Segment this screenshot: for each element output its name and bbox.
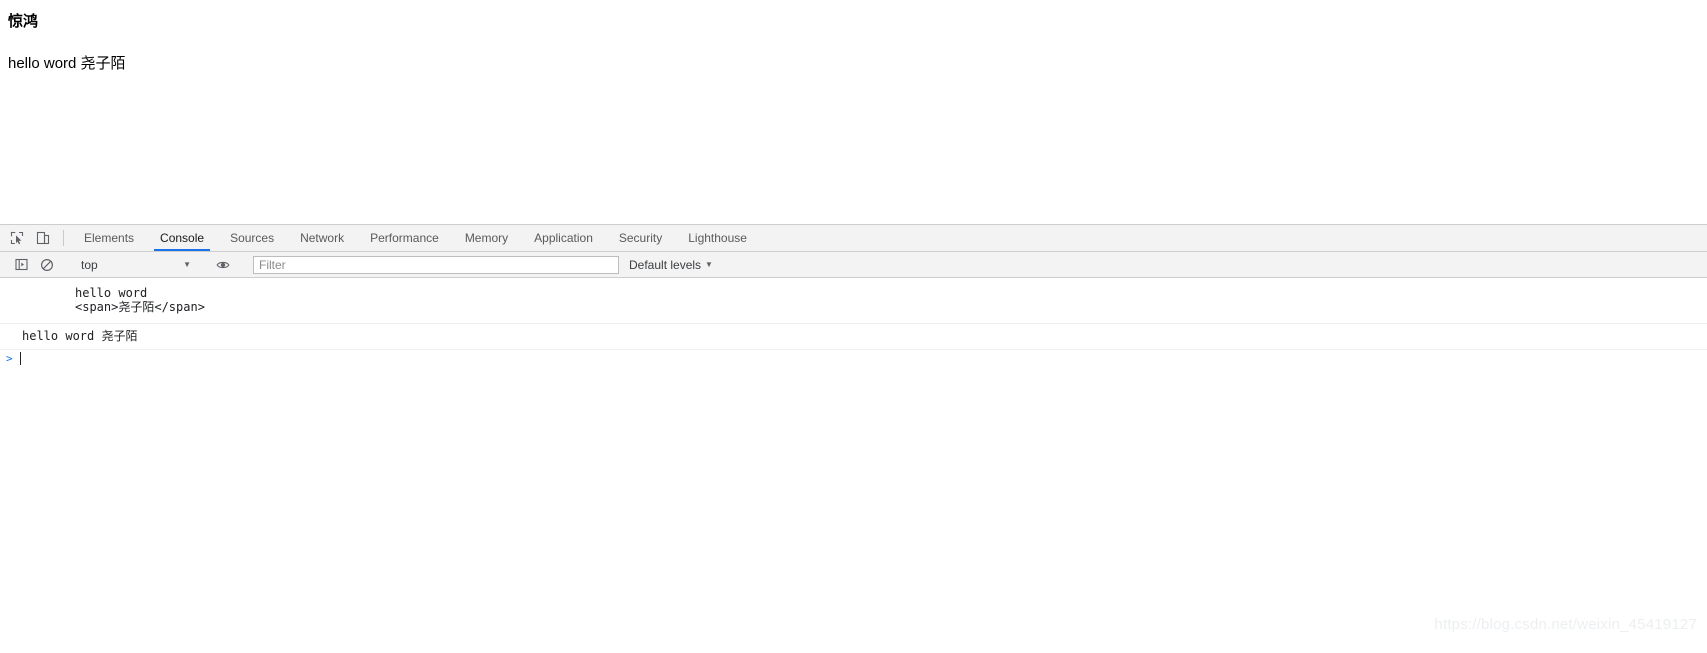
console-message-list: hello word <span>尧子陌</span> hello word 尧… — [0, 278, 1707, 367]
tab-label: Application — [534, 231, 593, 245]
console-sidebar-icon[interactable] — [8, 258, 34, 271]
clear-console-icon[interactable] — [34, 258, 60, 272]
tab-elements[interactable]: Elements — [71, 225, 147, 251]
execution-context-value: top — [81, 257, 98, 272]
console-result-line: hello word 尧子陌 — [22, 329, 138, 343]
tab-memory[interactable]: Memory — [452, 225, 521, 251]
prompt-arrow-icon: > — [6, 351, 13, 365]
chevron-down-icon: ▼ — [183, 259, 191, 269]
tab-label: Performance — [370, 231, 439, 245]
tab-label: Network — [300, 231, 345, 245]
tab-security[interactable]: Security — [606, 225, 675, 251]
page-paragraph: hello word 尧子陌 — [8, 55, 126, 72]
tab-label: Sources — [230, 231, 275, 245]
tab-label: Security — [618, 231, 663, 245]
prompt-text-caret — [20, 352, 21, 365]
tab-label: Lighthouse — [688, 231, 747, 245]
devtools-panel: Elements Console Sources Network Perform… — [0, 224, 1707, 653]
execution-context-select[interactable]: top ▼ — [75, 255, 195, 274]
console-toolbar: top ▼ Default levels ▼ — [0, 252, 1707, 278]
watermark-url: https://blog.csdn.net/weixin_45419127 — [1434, 616, 1697, 633]
console-log-line: <span>尧子陌</span> — [75, 300, 205, 314]
page-viewport: 惊鸿 hello word 尧子陌 — [0, 0, 1707, 224]
log-levels-select[interactable]: Default levels ▼ — [629, 258, 713, 272]
tab-label: Elements — [84, 231, 135, 245]
tab-console[interactable]: Console — [147, 225, 217, 251]
chevron-down-icon: ▼ — [705, 259, 713, 269]
tab-performance[interactable]: Performance — [357, 225, 452, 251]
tab-label: Console — [160, 231, 205, 245]
inspect-element-icon[interactable] — [4, 225, 30, 251]
toolbar-divider — [63, 230, 64, 246]
console-log-line: hello word — [75, 286, 148, 300]
devtools-tabbar: Elements Console Sources Network Perform… — [0, 225, 1707, 252]
console-prompt-row[interactable]: > — [0, 350, 1707, 367]
tab-label: Memory — [464, 231, 509, 245]
tab-application[interactable]: Application — [521, 225, 606, 251]
log-levels-label: Default levels — [629, 257, 702, 272]
page-heading: 惊鸿 — [8, 13, 39, 30]
device-toolbar-icon[interactable] — [30, 225, 56, 251]
tab-network[interactable]: Network — [287, 225, 357, 251]
console-result-message[interactable]: hello word 尧子陌 — [0, 324, 1707, 350]
filter-input[interactable] — [253, 255, 619, 274]
tab-lighthouse[interactable]: Lighthouse — [675, 225, 760, 251]
live-expression-eye-icon[interactable] — [210, 258, 236, 272]
console-log-message[interactable]: hello word <span>尧子陌</span> — [0, 278, 1707, 324]
tab-sources[interactable]: Sources — [217, 225, 287, 251]
